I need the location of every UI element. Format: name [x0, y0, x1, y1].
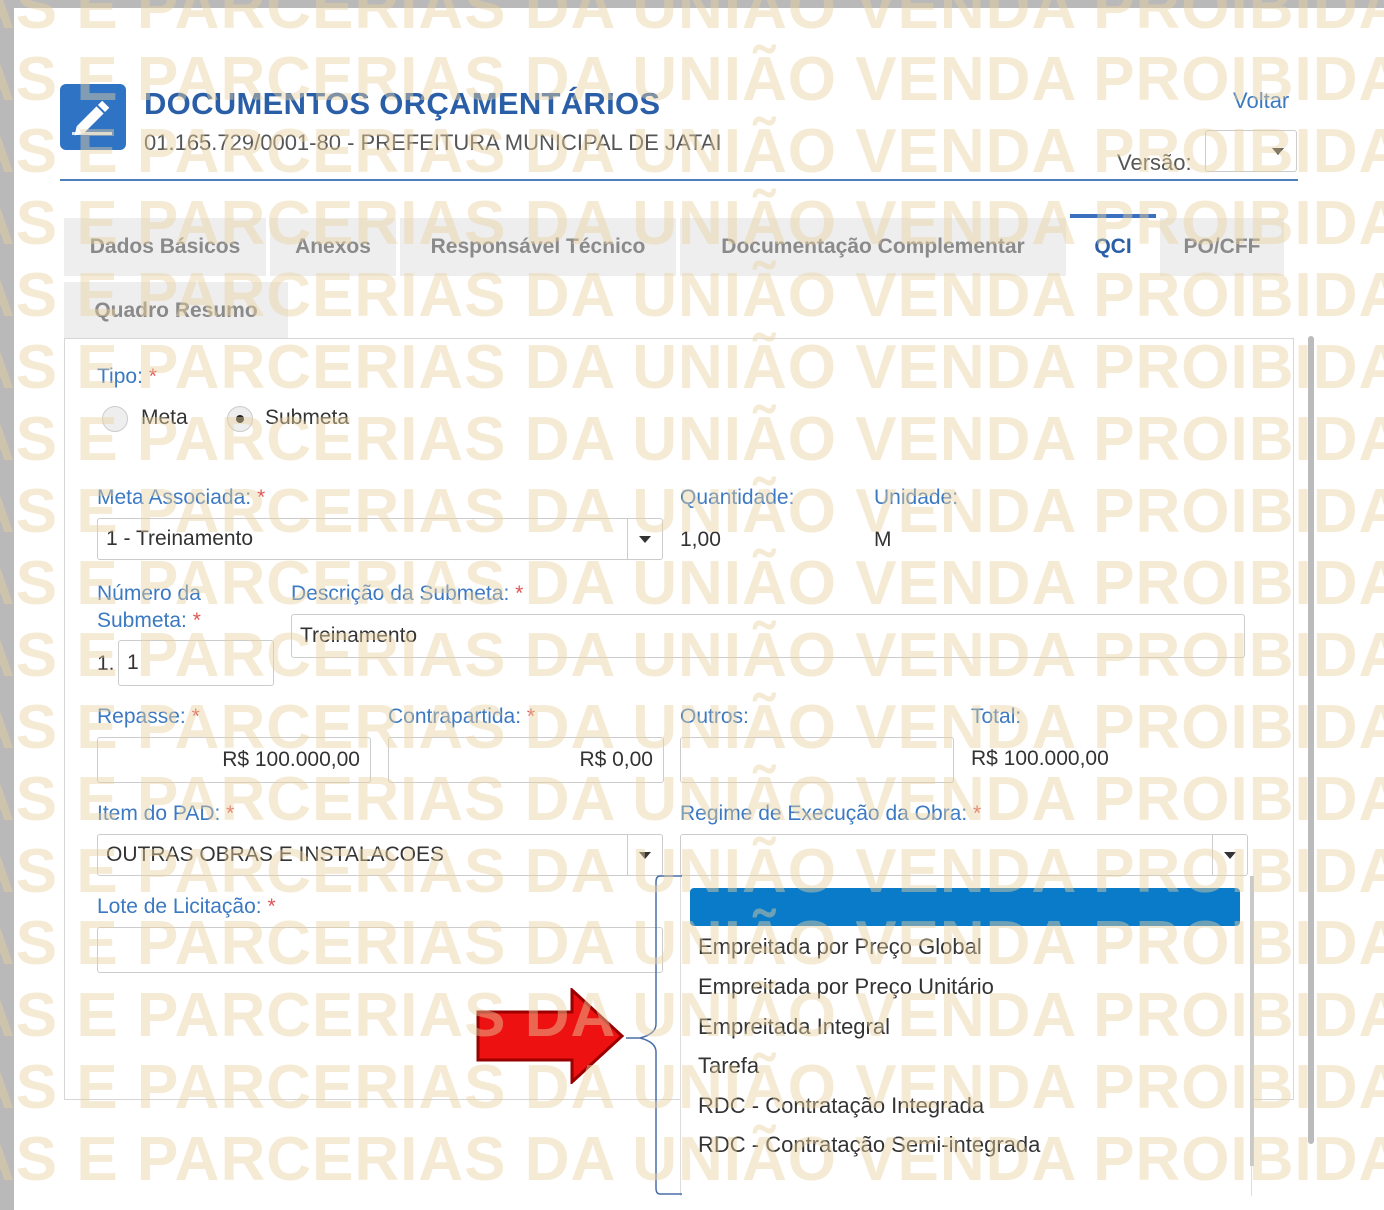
- tipo-label: Tipo: *: [97, 363, 157, 390]
- tab-label: PO/CFF: [1183, 235, 1261, 258]
- page-subtitle: 01.165.729/0001-80 - PREFEITURA MUNICIPA…: [144, 130, 722, 155]
- total-value: R$ 100.000,00: [971, 747, 1109, 770]
- descricao-submeta-input[interactable]: Treinamento: [291, 614, 1245, 658]
- dropdown-option[interactable]: RDC - Contratação Semi-integrada: [698, 1132, 1040, 1158]
- label-text: Número da: [97, 582, 201, 605]
- input-value: R$ 100.000,00: [222, 748, 360, 771]
- label-text: Contrapartida:: [388, 705, 522, 728]
- label-text: Descrição da Submeta:: [291, 582, 510, 605]
- unidade-value: M: [874, 528, 892, 551]
- required-mark: *: [192, 609, 201, 632]
- tab-label: Responsável Técnico: [430, 235, 646, 258]
- select-toggle[interactable]: [627, 835, 662, 875]
- chevron-down-icon: [1272, 148, 1284, 155]
- tab-documentacao-complementar[interactable]: Documentação Complementar: [680, 218, 1066, 276]
- dropdown-scrollbar[interactable]: [1250, 876, 1254, 1166]
- input-value: R$ 0,00: [579, 748, 653, 771]
- meta-associada-select[interactable]: 1 - Treinamento: [97, 518, 663, 560]
- input-value: Treinamento: [300, 624, 418, 647]
- tab-label: Anexos: [295, 235, 371, 258]
- label-text: Meta Associada:: [97, 486, 252, 509]
- outros-label: Outros:: [680, 705, 749, 728]
- quantidade-label: Quantidade:: [680, 486, 795, 509]
- select-value: OUTRAS OBRAS E INSTALACOES: [106, 843, 445, 866]
- radio-submeta[interactable]: [227, 406, 253, 432]
- required-mark: *: [191, 705, 200, 728]
- tab-label: Quadro Resumo: [94, 299, 258, 322]
- dropdown-option[interactable]: Empreitada por Preço Global: [698, 934, 982, 960]
- radio-meta-label: Meta: [141, 406, 188, 429]
- page-scrollbar[interactable]: [1308, 336, 1314, 1144]
- dropdown-option[interactable]: RDC - Contratação Integrada: [698, 1093, 984, 1119]
- contrapartida-label: Contrapartida: *: [388, 703, 535, 730]
- item-pad-select[interactable]: OUTRAS OBRAS E INSTALACOES: [97, 834, 663, 876]
- tab-dados-basicos[interactable]: Dados Básicos: [64, 218, 266, 276]
- label-text: Submeta:: [97, 609, 187, 632]
- repasse-input[interactable]: R$ 100.000,00: [97, 737, 371, 783]
- voltar-link[interactable]: Voltar: [1233, 88, 1289, 114]
- total-label: Total:: [971, 705, 1022, 728]
- select-toggle[interactable]: [627, 519, 662, 559]
- tab-label: Dados Básicos: [89, 235, 241, 258]
- label-text: Item do PAD:: [97, 802, 221, 825]
- versao-select[interactable]: [1205, 130, 1297, 172]
- required-mark: *: [226, 802, 235, 825]
- input-value: 1: [127, 651, 139, 674]
- tab-label: QCI: [1094, 235, 1132, 258]
- numero-submeta-input[interactable]: 1: [118, 640, 274, 686]
- contrapartida-input[interactable]: R$ 0,00: [388, 737, 664, 783]
- edit-pencil-icon: [60, 84, 126, 150]
- tab-label: Documentação Complementar: [721, 235, 1025, 258]
- repasse-label: Repasse: *: [97, 703, 200, 730]
- item-pad-label: Item do PAD: *: [97, 800, 234, 827]
- numero-prefix: 1.: [97, 652, 115, 675]
- label-text: Repasse:: [97, 705, 186, 728]
- red-arrow-icon: [476, 988, 625, 1084]
- lote-licitacao-input[interactable]: [97, 927, 663, 973]
- tab-po-cff[interactable]: PO/CFF: [1160, 218, 1284, 276]
- quantidade-value: 1,00: [680, 528, 721, 551]
- page-title: DOCUMENTOS ORÇAMENTÁRIOS: [144, 86, 661, 121]
- chevron-down-icon: [639, 535, 651, 543]
- chevron-down-icon: [1224, 851, 1236, 859]
- regime-execucao-label: Regime de Execução da Obra: *: [680, 800, 981, 827]
- dropdown-option[interactable]: Empreitada por Preço Unitário: [698, 974, 994, 1000]
- required-mark: *: [526, 705, 536, 728]
- tab-qci[interactable]: QCI: [1070, 214, 1156, 276]
- required-mark: *: [973, 802, 982, 825]
- meta-associada-label: Meta Associada: *: [97, 484, 265, 511]
- unidade-label: Unidade:: [874, 486, 959, 509]
- label-text: Regime de Execução da Obra:: [680, 802, 968, 825]
- label-text: Tipo:: [97, 365, 143, 388]
- dropdown-option[interactable]: Empreitada Integral: [698, 1014, 890, 1040]
- outros-input[interactable]: [680, 737, 954, 783]
- tab-quadro-resumo[interactable]: Quadro Resumo: [64, 282, 288, 340]
- regime-execucao-select[interactable]: [680, 834, 1248, 876]
- numero-submeta-label: Número da Submeta: *: [97, 580, 201, 634]
- radio-meta[interactable]: [102, 406, 128, 432]
- brace-annotation: [626, 875, 682, 1195]
- radio-submeta-label: Submeta: [265, 406, 350, 429]
- versao-label: Versão:: [1117, 150, 1192, 175]
- chevron-down-icon: [639, 851, 651, 859]
- header-divider: [60, 179, 1298, 181]
- required-mark: *: [515, 582, 524, 605]
- required-mark: *: [267, 895, 276, 918]
- tab-responsavel-tecnico[interactable]: Responsável Técnico: [400, 218, 676, 276]
- dropdown-option-empty-highlighted[interactable]: [690, 888, 1240, 926]
- select-toggle[interactable]: [1212, 835, 1247, 875]
- required-mark: *: [256, 486, 266, 509]
- required-mark: *: [148, 365, 157, 388]
- dropdown-option[interactable]: Tarefa: [698, 1053, 759, 1079]
- label-text: Lote de Licitação:: [97, 895, 262, 918]
- descricao-submeta-label: Descrição da Submeta: *: [291, 580, 523, 607]
- tab-anexos[interactable]: Anexos: [270, 218, 396, 276]
- lote-licitacao-label: Lote de Licitação: *: [97, 893, 276, 920]
- select-value: 1 - Treinamento: [106, 527, 254, 550]
